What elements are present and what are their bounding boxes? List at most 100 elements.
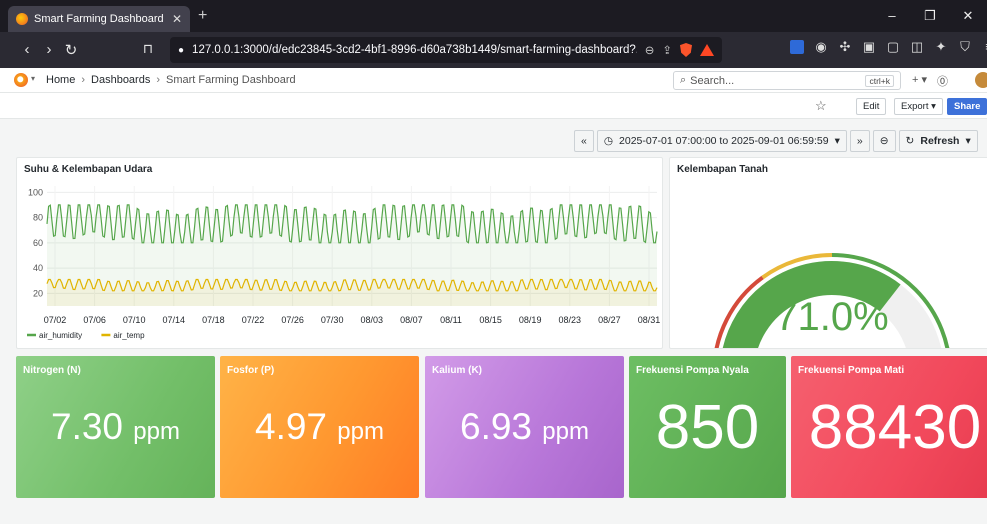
tab-title: Smart Farming Dashboard - Dash — [34, 13, 166, 25]
stat-pompa-mati[interactable]: Frekuensi Pompa Mati 88430 — [791, 356, 987, 498]
edit-button[interactable]: Edit — [856, 98, 887, 115]
y-tick-label: 60 — [33, 238, 43, 248]
timeseries-panel[interactable]: Suhu & Kelembapan Udara 20 40 60 80 100 07/02… — [16, 157, 663, 349]
extension-icons: ◉ ✣ ▣ ▢ ◫ ✦ ⛉ ≡ — [790, 40, 987, 54]
breadcrumb-dashboards[interactable]: Dashboards — [91, 74, 150, 86]
help-icon[interactable]: ⓪ — [937, 73, 948, 89]
x-tick-label: 08/19 — [519, 315, 542, 325]
refresh-button[interactable]: ↻ Refresh ▾ — [898, 130, 978, 152]
refresh-interval-icon[interactable]: ▾ — [965, 135, 970, 147]
menu-caret-icon[interactable]: ▾ — [31, 74, 35, 83]
export-button[interactable]: Export ▾ — [894, 98, 943, 115]
search-shortcut: ctrl+k — [865, 74, 894, 87]
y-tick-label: 100 — [28, 187, 43, 197]
brave-menu-icon[interactable]: ✦ — [934, 40, 948, 54]
minimize-icon[interactable]: – — [873, 0, 911, 32]
browser-titlebar: Smart Farming Dashboard - Dash ✕ + – ❐ ✕ — [0, 0, 987, 32]
legend-label[interactable]: air_temp — [113, 331, 145, 340]
extensions-puzzle-icon[interactable]: ✣ — [838, 40, 852, 54]
clock-icon: ◷ — [603, 135, 614, 147]
x-tick-label: 07/18 — [202, 315, 225, 325]
vpn-icon[interactable]: ⛉ — [958, 40, 972, 54]
stat-value-block: 7.30 ppm — [16, 406, 215, 448]
refresh-label: Refresh — [920, 135, 960, 147]
brave-shield-icon[interactable] — [680, 43, 692, 57]
address-bar[interactable]: ● 127.0.0.1:3000/d/edc23845-3cd2-4bf1-89… — [170, 37, 722, 63]
extension-icon[interactable] — [790, 40, 804, 54]
dashboard-actionbar: ☆ Edit Export ▾ Share — [0, 93, 987, 119]
time-controls: « ◷ 2025-07-01 07:00:00 to 2025-09-01 06… — [574, 130, 978, 152]
wallet-icon[interactable]: ◫ — [910, 40, 924, 54]
refresh-icon: ↻ — [905, 135, 915, 147]
share-button[interactable]: Share — [947, 98, 987, 115]
zoom-out-button[interactable]: ⊖ — [872, 130, 896, 152]
stat-unit: ppm — [133, 418, 180, 445]
export-label: Export — [901, 101, 929, 112]
gauge-value: 71.0% — [775, 295, 889, 339]
sidebar-toggle-icon[interactable]: ▣ — [862, 40, 876, 54]
y-tick-label: 80 — [33, 213, 43, 223]
y-tick-label: 40 — [33, 263, 43, 273]
grafana-logo-icon[interactable] — [14, 73, 28, 87]
forward-icon[interactable]: › — [38, 41, 60, 58]
share-page-icon[interactable]: ⇪ — [662, 43, 672, 57]
maximize-icon[interactable]: ❐ — [911, 0, 949, 32]
grafana-favicon-icon — [16, 13, 28, 25]
search-input[interactable]: ⌕ Search... ctrl+k — [673, 71, 901, 90]
breadcrumb-current[interactable]: Smart Farming Dashboard — [166, 74, 296, 86]
tab-close-icon[interactable]: ✕ — [172, 12, 182, 26]
url-text[interactable]: 127.0.0.1:3000/d/edc23845-3cd2-4bf1-8996… — [192, 44, 637, 56]
stat-pompa-nyala[interactable]: Frekuensi Pompa Nyala 850 — [629, 356, 786, 498]
x-tick-label: 08/11 — [440, 315, 462, 325]
avatar[interactable] — [975, 72, 987, 88]
new-tab-icon[interactable]: + — [198, 6, 207, 26]
reload-icon[interactable]: ↻ — [60, 41, 82, 59]
shift-back-button[interactable]: « — [574, 130, 594, 152]
stat-value-block: 4.97 ppm — [220, 406, 419, 448]
brave-rewards-icon[interactable] — [700, 44, 714, 56]
stat-kalium[interactable]: Kalium (K) 6.93 ppm — [425, 356, 624, 498]
x-tick-label: 08/31 — [638, 315, 661, 325]
stat-title: Nitrogen (N) — [23, 365, 81, 376]
breadcrumb-separator-icon: › — [156, 74, 161, 86]
search-placeholder: Search... — [690, 74, 735, 87]
zoom-icon[interactable]: ⊖ — [645, 43, 655, 57]
site-info-icon[interactable]: ● — [178, 45, 184, 56]
gauge-panel[interactable]: Kelembapan Tanah 71.0% — [669, 157, 987, 349]
stat-nitrogen[interactable]: Nitrogen (N) 7.30 ppm — [16, 356, 215, 498]
x-tick-label: 08/15 — [479, 315, 502, 325]
star-icon[interactable]: ☆ — [815, 98, 827, 114]
add-new-icon[interactable]: + ▾ — [912, 73, 927, 89]
bookmark-icon[interactable]: ⊓ — [137, 41, 159, 57]
breadcrumb-home[interactable]: Home — [46, 74, 75, 86]
stat-title: Kalium (K) — [432, 365, 482, 376]
stat-title: Frekuensi Pompa Mati — [798, 365, 905, 376]
stat-value: 850 — [655, 393, 760, 462]
stat-value: 6.93 — [460, 406, 533, 447]
timeseries-chart: 20 40 60 80 100 07/02 07/06 07/10 07/14 07/18 07/2… — [27, 186, 661, 340]
x-tick-label: 07/06 — [83, 315, 106, 325]
hamburger-menu-icon[interactable]: ≡ — [982, 40, 987, 54]
search-icon: ⌕ — [680, 74, 687, 86]
time-range-text: 2025-07-01 07:00:00 to 2025-09-01 06:59:… — [619, 135, 829, 147]
browser-tab[interactable]: Smart Farming Dashboard - Dash ✕ — [8, 6, 190, 32]
browser-navbar: ‹ › ↻ ⊓ ● 127.0.0.1:3000/d/edc23845-3cd2… — [0, 32, 987, 68]
x-tick-label: 08/27 — [598, 315, 621, 325]
time-range-picker[interactable]: ◷ 2025-07-01 07:00:00 to 2025-09-01 06:5… — [596, 130, 847, 152]
stat-fosfor[interactable]: Fosfor (P) 4.97 ppm — [220, 356, 419, 498]
stat-title: Frekuensi Pompa Nyala — [636, 365, 749, 376]
legend-label[interactable]: air_humidity — [39, 331, 82, 340]
chevron-down-icon: ▾ — [834, 135, 840, 147]
x-tick-label: 08/07 — [400, 315, 423, 325]
back-icon[interactable]: ‹ — [16, 41, 38, 58]
topbar-actions: + ▾ ⓪ — [912, 73, 948, 89]
window-controls: – ❐ ✕ — [873, 0, 987, 32]
breadcrumb: Home › Dashboards › Smart Farming Dashbo… — [46, 74, 296, 86]
shift-forward-button[interactable]: » — [849, 130, 870, 152]
close-window-icon[interactable]: ✕ — [949, 0, 987, 32]
y-tick-label: 20 — [33, 288, 43, 298]
extension-camera-icon[interactable]: ◉ — [814, 40, 828, 54]
tab-list-icon[interactable]: ▢ — [886, 40, 900, 54]
x-tick-label: 07/22 — [242, 315, 265, 325]
stat-unit: ppm — [542, 418, 589, 445]
